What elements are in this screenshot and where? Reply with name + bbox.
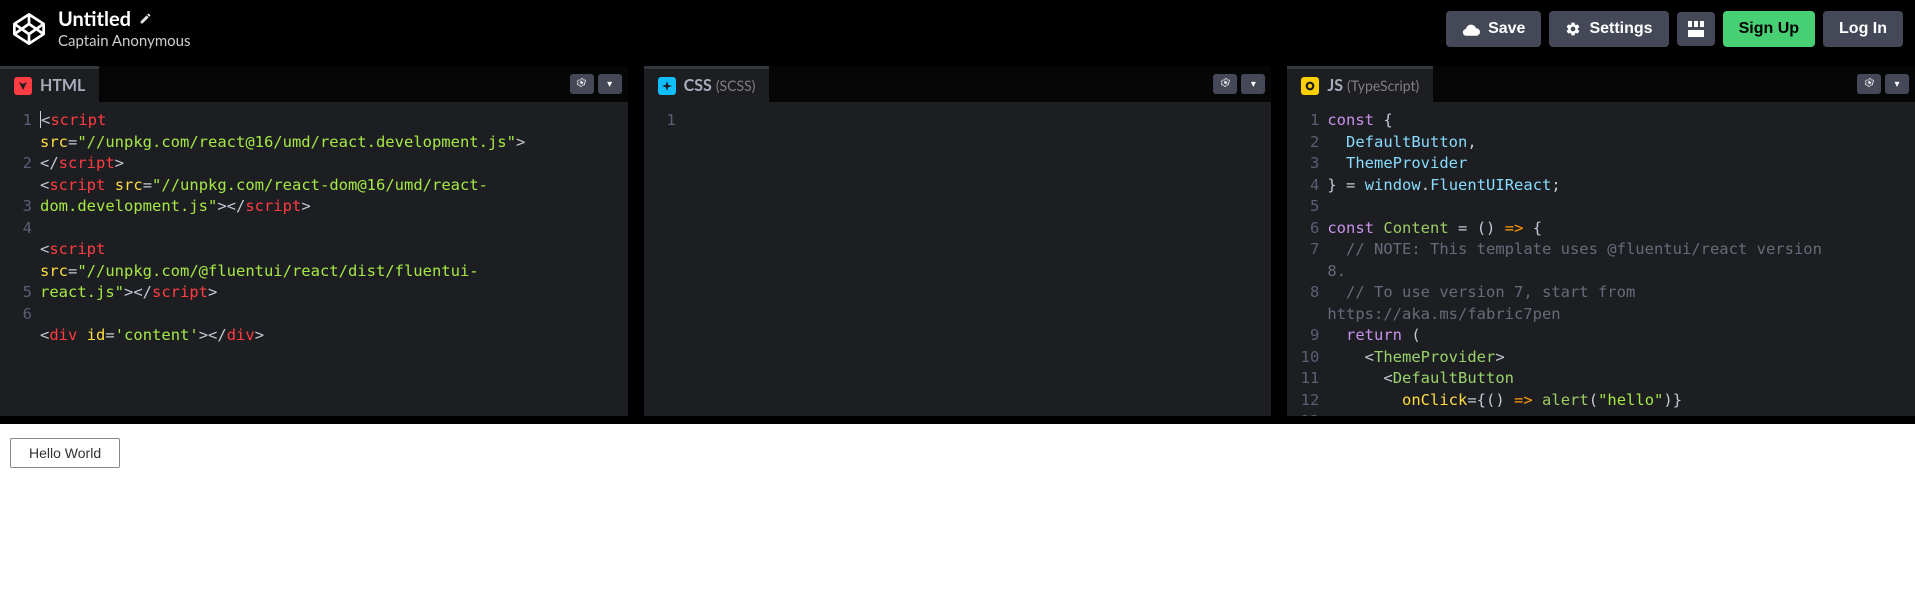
js-code[interactable]: const { DefaultButton, ThemeProvider} = …: [1327, 110, 1915, 416]
css-suffix: (SCSS): [716, 77, 756, 94]
js-dropdown-button[interactable]: ▾: [1885, 74, 1909, 94]
result-pane[interactable]: Hello World: [0, 424, 1915, 609]
cloud-icon: [1462, 22, 1480, 36]
pen-title[interactable]: Untitled: [58, 7, 131, 32]
html-settings-button[interactable]: [570, 74, 594, 94]
save-label: Save: [1488, 20, 1525, 38]
pen-author[interactable]: Captain Anonymous: [58, 32, 191, 51]
js-badge-icon: [1301, 77, 1319, 95]
html-gutter: 123456: [0, 110, 40, 347]
hello-world-button[interactable]: Hello World: [10, 438, 120, 468]
edit-title-icon[interactable]: [139, 11, 152, 29]
settings-label: Settings: [1589, 20, 1652, 38]
gear-icon: [576, 77, 587, 91]
chevron-down-icon: ▾: [1895, 79, 1900, 90]
js-label: JS: [1327, 76, 1343, 95]
css-settings-button[interactable]: [1213, 74, 1237, 94]
html-badge-icon: [14, 77, 32, 95]
css-dropdown-button[interactable]: ▾: [1241, 74, 1265, 94]
js-panel: JS (TypeScript) ▾ 12345678910111213 cons…: [1287, 66, 1915, 416]
css-panel: CSS (SCSS) ▾ 1: [644, 66, 1272, 416]
html-panel: HTML ▾ 123456 <scriptsrc="//unpkg.com/re…: [0, 66, 628, 416]
login-label: Log In: [1839, 20, 1887, 38]
gear-icon: [1220, 77, 1231, 91]
html-tab[interactable]: HTML: [0, 66, 99, 102]
html-dropdown-button[interactable]: ▾: [598, 74, 622, 94]
html-editor[interactable]: 123456 <scriptsrc="//unpkg.com/react@16/…: [0, 102, 628, 416]
css-label: CSS: [684, 76, 712, 95]
layout-icon: [1688, 21, 1704, 37]
codepen-logo-icon[interactable]: [12, 12, 46, 46]
save-button[interactable]: Save: [1446, 11, 1541, 47]
css-panel-header: CSS (SCSS) ▾: [644, 66, 1272, 102]
signup-button[interactable]: Sign Up: [1723, 11, 1815, 47]
html-code[interactable]: <scriptsrc="//unpkg.com/react@16/umd/rea…: [40, 110, 628, 347]
chevron-down-icon: ▾: [1251, 79, 1256, 90]
js-gutter: 12345678910111213: [1287, 110, 1327, 416]
header-actions: Save Settings Sign Up Log In: [1446, 11, 1903, 47]
top-bar: Untitled Captain Anonymous Save Sett: [0, 0, 1915, 58]
html-panel-header: HTML ▾: [0, 66, 628, 102]
signup-label: Sign Up: [1739, 20, 1799, 38]
gear-icon: [1864, 77, 1875, 91]
chevron-down-icon: ▾: [607, 79, 612, 90]
css-gutter: 1: [644, 110, 684, 132]
js-panel-header: JS (TypeScript) ▾: [1287, 66, 1915, 102]
js-settings-button[interactable]: [1857, 74, 1881, 94]
settings-button[interactable]: Settings: [1549, 11, 1668, 47]
login-button[interactable]: Log In: [1823, 11, 1903, 47]
css-badge-icon: [658, 77, 676, 95]
css-editor[interactable]: 1: [644, 102, 1272, 416]
layout-button[interactable]: [1677, 12, 1715, 46]
brand-area: Untitled Captain Anonymous: [12, 7, 191, 51]
css-tab[interactable]: CSS (SCSS): [644, 66, 770, 102]
gear-icon: [1565, 21, 1581, 37]
js-editor[interactable]: 12345678910111213 const { DefaultButton,…: [1287, 102, 1915, 416]
js-suffix: (TypeScript): [1347, 77, 1419, 94]
js-tab[interactable]: JS (TypeScript): [1287, 66, 1433, 102]
editor-panels: HTML ▾ 123456 <scriptsrc="//unpkg.com/re…: [0, 58, 1915, 424]
css-code[interactable]: [684, 110, 1272, 132]
html-label: HTML: [40, 76, 85, 95]
